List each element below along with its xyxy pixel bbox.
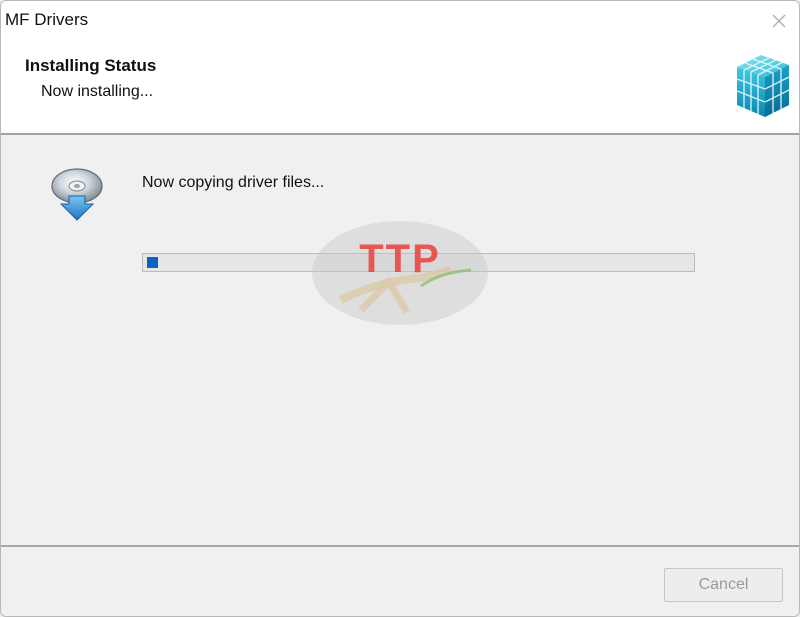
title-bar: MF Drivers: [1, 1, 799, 41]
cancel-button[interactable]: Cancel: [664, 568, 783, 602]
header-subtitle: Now installing...: [41, 83, 154, 100]
cube-icon: [736, 55, 790, 117]
window-title: MF Drivers: [5, 10, 89, 29]
footer-divider: [1, 545, 799, 547]
header-title: Installing Status: [25, 56, 157, 75]
progress-fill: [147, 257, 158, 268]
close-button[interactable]: [763, 5, 795, 37]
installer-window: MF Drivers Installing Status Now install…: [0, 0, 800, 617]
wizard-header: Installing Status Now installing...: [1, 41, 799, 135]
status-text: Now copying driver files...: [142, 174, 325, 191]
content-area: Now copying driver files... TTP: [1, 135, 799, 547]
disc-install-icon: [51, 168, 103, 221]
ttp-watermark-logo: TTP: [312, 221, 488, 325]
close-icon: [772, 14, 786, 28]
svg-text:TTP: TTP: [359, 237, 441, 281]
